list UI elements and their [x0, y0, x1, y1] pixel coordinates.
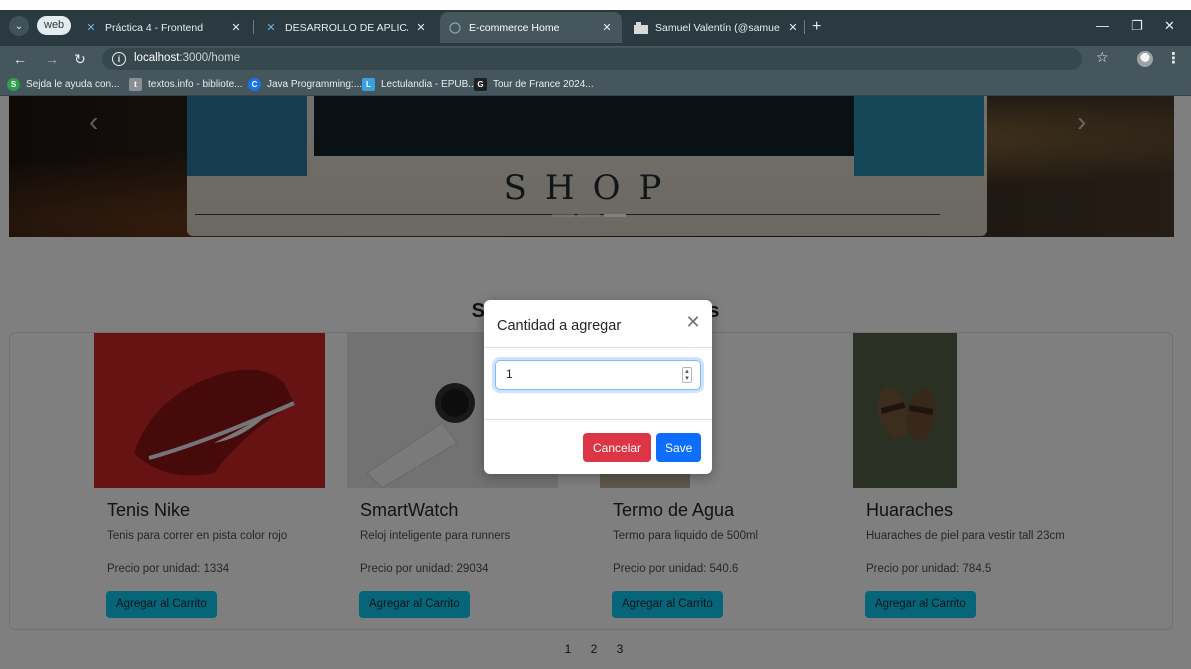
tab-ecommerce-home[interactable]: E-commerce Home ✕: [440, 12, 622, 43]
instagram-icon: [634, 21, 648, 35]
tab-separator: [804, 20, 805, 34]
close-icon[interactable]: ✕: [229, 21, 243, 34]
tab-separator: [253, 20, 254, 34]
tab-samuel-valentin[interactable]: Samuel Valentín (@samuel_vale ✕: [626, 12, 808, 43]
new-tab-plus-icon[interactable]: +: [812, 19, 821, 35]
modal-body: 1 ▴ ▾: [484, 348, 712, 420]
profile-avatar-icon[interactable]: [1137, 51, 1153, 67]
tab-desarrollo-aplicaciones[interactable]: ✕ DESARROLLO DE APLICACIONE ✕: [256, 12, 436, 43]
bookmark-java-programming[interactable]: C Java Programming:...: [248, 76, 362, 92]
more-menu-icon[interactable]: ⋮: [1166, 49, 1181, 67]
modal-header: Cantidad a agregar ✕: [484, 300, 712, 348]
forward-arrow-icon[interactable]: →: [42, 49, 62, 69]
bookmarks-bar: S Sejda le ayuda con... t textos.info - …: [0, 72, 1191, 96]
bookmark-tour-de-france[interactable]: G Tour de France 2024...: [474, 76, 594, 92]
url-text: localhost:3000/home: [134, 52, 241, 64]
close-icon[interactable]: ✕: [683, 312, 703, 332]
java-programming-icon: C: [248, 77, 261, 91]
bookmark-sejda[interactable]: S Sejda le ayuda con...: [7, 76, 119, 92]
quantity-value: 1: [506, 367, 513, 381]
tour-de-france-icon: G: [474, 77, 487, 91]
vscode-icon: ✕: [266, 22, 276, 34]
save-button[interactable]: Save: [656, 433, 702, 462]
bookmark-textos-info[interactable]: t textos.info - bibliote...: [129, 76, 243, 92]
quantity-input[interactable]: 1 ▴ ▾: [495, 360, 701, 390]
vscode-icon: ✕: [86, 22, 96, 34]
modal-title: Cantidad a agregar: [497, 318, 622, 334]
page-viewport: SHOP ‹ › Seleccione sus productos Tenis …: [0, 96, 1191, 669]
reload-icon[interactable]: ↻: [70, 49, 90, 69]
minimize-icon[interactable]: —: [1096, 18, 1109, 33]
restore-icon[interactable]: ❐: [1131, 18, 1143, 34]
tab-practica-frontend[interactable]: ✕ Práctica 4 - Frontend ✕: [76, 12, 251, 43]
textos-info-icon: t: [129, 77, 142, 91]
close-icon[interactable]: ✕: [414, 21, 428, 34]
profile-badge[interactable]: web: [37, 16, 72, 35]
window-close-icon[interactable]: ✕: [1164, 18, 1175, 34]
address-bar: ← → ↻ i localhost:3000/home ☆ ⋮: [0, 46, 1191, 72]
bookmark-star-icon[interactable]: ☆: [1096, 49, 1109, 66]
close-icon[interactable]: ✕: [786, 21, 800, 34]
number-spinner-icon[interactable]: ▴ ▾: [682, 367, 692, 383]
quantity-modal: Cantidad a agregar ✕ 1 ▴ ▾ Cancelar Save: [484, 300, 712, 474]
tab-search-chevron-icon[interactable]: ⌄: [9, 16, 29, 36]
back-arrow-icon[interactable]: ←: [10, 49, 30, 69]
cancel-button[interactable]: Cancelar: [583, 433, 652, 462]
close-icon[interactable]: ✕: [600, 21, 614, 34]
browser-tab-bar: ⌄ web ✕ Práctica 4 - Frontend ✕ ✕ DESARR…: [0, 0, 1191, 46]
bookmark-lectulandia[interactable]: L Lectulandia - EPUB...: [362, 76, 477, 92]
url-field[interactable]: i localhost:3000/home: [102, 48, 1082, 70]
sejda-icon: S: [7, 77, 20, 91]
globe-icon: [448, 21, 462, 35]
site-info-icon[interactable]: i: [112, 52, 126, 66]
lectulandia-icon: L: [362, 77, 375, 91]
